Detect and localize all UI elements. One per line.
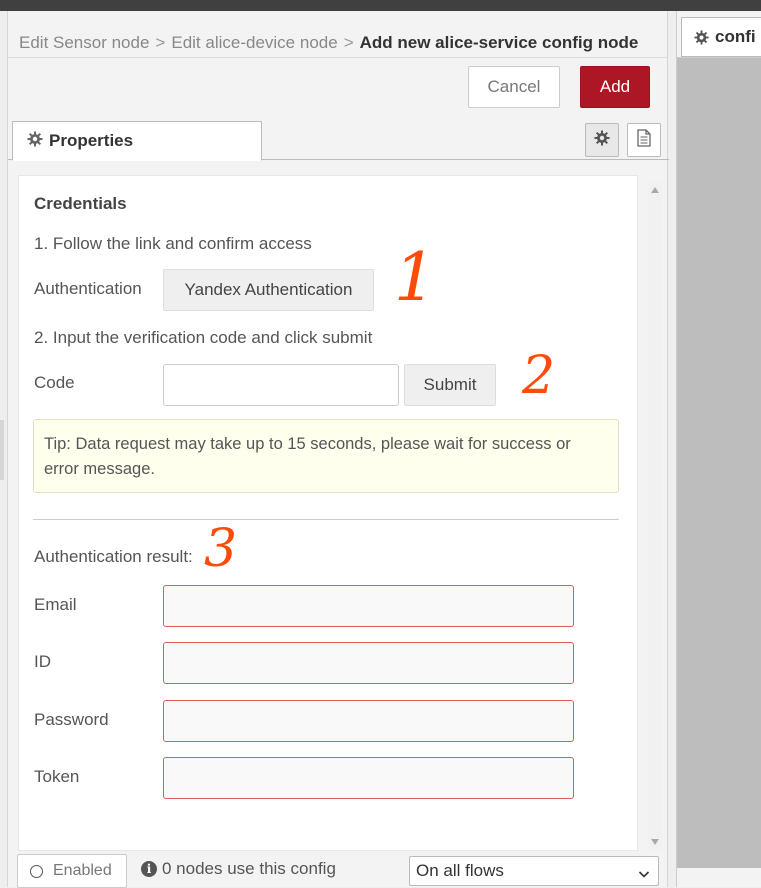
password-field[interactable] (163, 700, 574, 742)
step-2-text: 2. Input the verification code and click… (34, 328, 373, 347)
annotation-2: 2 (522, 346, 556, 406)
scroll-down-arrow-icon[interactable] (651, 839, 659, 845)
add-button[interactable]: Add (580, 66, 650, 108)
breadcrumb-item-sensor[interactable]: Edit Sensor node (19, 33, 149, 52)
right-panel-body (677, 58, 761, 868)
scroll-up-arrow-icon[interactable] (651, 187, 659, 193)
usage-info: i 0 nodes use this config (141, 859, 336, 879)
enabled-label: Enabled (53, 862, 112, 879)
breadcrumb-current: Add new alice-service config node (359, 33, 639, 52)
breadcrumb: Edit Sensor node > Edit alice-device node >… (19, 33, 638, 53)
token-field[interactable] (163, 757, 574, 799)
step-1-text: 1. Follow the link and confirm access (34, 234, 312, 253)
id-label: ID (34, 652, 51, 671)
breadcrumb-separator: > (155, 33, 166, 52)
tab-config[interactable]: confi (681, 17, 761, 57)
description-icon (637, 128, 651, 152)
gear-icon (594, 130, 610, 151)
radio-icon (30, 864, 43, 878)
breadcrumb-item-alice-device[interactable]: Edit alice-device node (171, 33, 337, 52)
usage-text: 0 nodes use this config (162, 859, 336, 878)
id-field[interactable] (163, 642, 574, 684)
token-label: Token (34, 767, 80, 786)
form-scrollbar[interactable] (648, 181, 662, 851)
annotation-3: 3 (204, 519, 238, 579)
tab-properties[interactable]: Properties (12, 121, 262, 161)
edit-tray: Edit Sensor node > Edit alice-device node >… (7, 11, 669, 888)
tab-properties-label: Properties (49, 131, 134, 150)
tip-box: Tip: Data request may take up to 15 seco… (33, 419, 619, 493)
authentication-result-label: Authentication result: (34, 547, 193, 566)
section-divider (33, 519, 619, 520)
resize-handle[interactable] (0, 420, 4, 480)
scope-selected-value: On all flows (416, 861, 504, 880)
gear-icon (27, 131, 43, 152)
submit-button[interactable]: Submit (404, 364, 496, 406)
chevron-down-icon (638, 865, 650, 885)
email-field[interactable] (163, 585, 574, 627)
yandex-authentication-button[interactable]: Yandex Authentication (163, 269, 374, 311)
header-divider (8, 57, 667, 58)
info-icon: i (141, 861, 157, 877)
authentication-label: Authentication (34, 279, 142, 298)
scope-select[interactable]: On all flows (409, 856, 659, 886)
settings-tab-button[interactable] (585, 123, 619, 157)
window-top-bar (0, 0, 761, 11)
password-label: Password (34, 710, 109, 729)
code-input[interactable] (163, 364, 399, 406)
email-label: Email (34, 595, 77, 614)
breadcrumb-separator: > (343, 33, 354, 52)
enabled-toggle[interactable]: Enabled (17, 854, 127, 888)
credentials-title: Credentials (34, 194, 127, 213)
gear-icon (694, 29, 709, 45)
right-sidebar: confi (676, 11, 761, 887)
annotation-1: 1 (394, 239, 436, 316)
description-tab-button[interactable] (627, 123, 661, 157)
tab-config-label: confi (715, 27, 756, 46)
cancel-button[interactable]: Cancel (468, 66, 560, 108)
code-label: Code (34, 373, 75, 392)
